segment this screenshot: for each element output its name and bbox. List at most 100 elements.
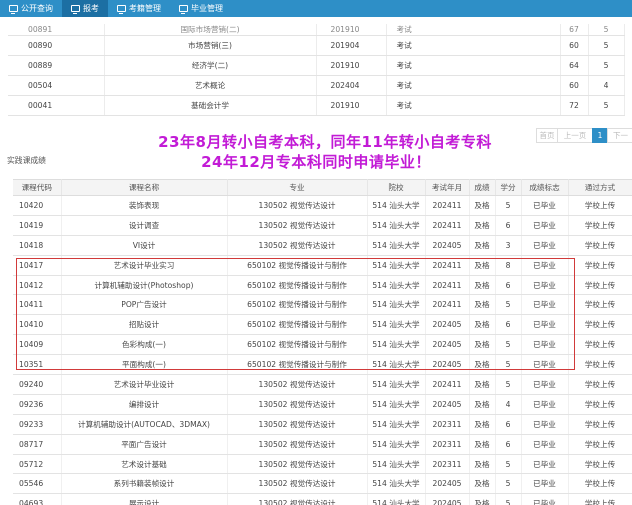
table-cell: 00891 xyxy=(8,24,105,36)
table-cell: 艺术设计毕业实习 xyxy=(61,255,228,276)
table-cell: 00041 xyxy=(8,95,105,116)
table-cell: 学校上传 xyxy=(568,294,632,316)
table-cell: 已毕业 xyxy=(521,334,569,356)
table-row: 09233 计算机辅助设计(AUTOCAD、3DMAX) 130502 视觉传达设计… xyxy=(13,414,632,435)
nav-apply-exam[interactable]: 报考 xyxy=(62,0,108,17)
table-cell: 64 xyxy=(560,55,589,76)
table-cell: 学校上传 xyxy=(568,394,632,415)
table-cell: 202311 xyxy=(425,414,470,435)
table-cell: 201904 xyxy=(316,35,387,56)
table-cell: 学校上传 xyxy=(568,354,632,376)
nav-label: 毕业管理 xyxy=(191,4,223,13)
table-cell: 08717 xyxy=(13,434,62,455)
table-cell: 学校上传 xyxy=(568,493,632,505)
table-cell: 202405 xyxy=(425,473,470,495)
table-cell: 学校上传 xyxy=(568,314,632,336)
table-cell: 及格 xyxy=(469,473,496,495)
table-cell: 3 xyxy=(495,235,522,256)
table-cell: 130502 视觉传达设计 xyxy=(227,374,368,395)
table-cell: 04693 xyxy=(13,493,62,505)
column-header: 院校 xyxy=(367,179,426,196)
table-cell: 艺术概论 xyxy=(104,75,317,96)
table-cell: 6 xyxy=(495,275,522,296)
table-cell: 202405 xyxy=(425,314,470,336)
table-cell: 学校上传 xyxy=(568,414,632,435)
monitor-icon xyxy=(9,5,18,14)
table-row: 10351 平面构成(一) 650102 视觉传播设计与制作 514 汕头大学 2024… xyxy=(13,354,632,376)
table-cell: 650102 视觉传播设计与制作 xyxy=(227,354,368,376)
table-cell: 514 汕头大学 xyxy=(367,374,426,395)
table-cell: 考试 xyxy=(386,75,561,96)
table-cell: 10410 xyxy=(13,314,62,336)
table-cell: 10412 xyxy=(13,275,62,296)
table-row: 05546 系列书籍装帧设计 130502 视觉传达设计 514 汕头大学 202405… xyxy=(13,473,632,495)
theory-course-table: 00891 国际市场营销(二) 201910 考试 67 5 00890 市场营销(三) 201… xyxy=(8,24,625,116)
table-cell: 10420 xyxy=(13,195,62,216)
table-cell: 650102 视觉传播设计与制作 xyxy=(227,275,368,296)
table-cell: 10417 xyxy=(13,255,62,276)
table-cell: 202411 xyxy=(425,215,470,236)
table-cell: 202311 xyxy=(425,434,470,455)
table-cell: 招贴设计 xyxy=(61,314,228,336)
table-cell: 202311 xyxy=(425,454,470,475)
nav-label: 考籍管理 xyxy=(129,4,161,13)
table-cell: 650102 视觉传播设计与制作 xyxy=(227,334,368,356)
table-cell: 201910 xyxy=(316,55,387,76)
table-cell: 学校上传 xyxy=(568,235,632,256)
column-header: 成绩 xyxy=(469,179,496,196)
table-cell: 已毕业 xyxy=(521,314,569,336)
table-cell: 201910 xyxy=(316,95,387,116)
table-cell: 及格 xyxy=(469,454,496,475)
table-cell: 及格 xyxy=(469,374,496,395)
table-cell: POP广告设计 xyxy=(61,294,228,316)
table-cell: 4 xyxy=(495,394,522,415)
table-cell: 514 汕头大学 xyxy=(367,394,426,415)
table-cell: 514 汕头大学 xyxy=(367,354,426,376)
table-cell: 514 汕头大学 xyxy=(367,255,426,276)
nav-public-query[interactable]: 公开查询 xyxy=(0,0,62,17)
table-cell: 平面广告设计 xyxy=(61,434,228,455)
table-cell: 及格 xyxy=(469,314,496,336)
table-cell: 设计调查 xyxy=(61,215,228,236)
table-cell: 650102 视觉传播设计与制作 xyxy=(227,255,368,276)
table-cell: 09236 xyxy=(13,394,62,415)
nav-record-management[interactable]: 考籍管理 xyxy=(108,0,170,17)
table-row: 00041 基础会计学 201910 考试 72 5 xyxy=(8,95,625,116)
table-cell: 基础会计学 xyxy=(104,95,317,116)
table-cell: 计算机辅助设计(AUTOCAD、3DMAX) xyxy=(61,414,228,435)
column-header: 课程名称 xyxy=(61,179,228,196)
table-cell: 05546 xyxy=(13,473,62,495)
annotation-line-1: 23年8月转小自考本科，同年11年转小自考专科 xyxy=(158,133,492,151)
table-row: 00891 国际市场营销(二) 201910 考试 67 5 xyxy=(8,24,625,36)
table-cell: 5 xyxy=(588,24,625,36)
table-cell: 514 汕头大学 xyxy=(367,314,426,336)
table-cell: 202411 xyxy=(425,294,470,316)
table-cell: 已毕业 xyxy=(521,215,569,236)
column-header: 成绩标志 xyxy=(521,179,569,196)
table-cell: 市场营销(三) xyxy=(104,35,317,56)
annotation-line-2: 24年12月专本科同时申请毕业！ xyxy=(201,153,431,171)
table-cell: 202404 xyxy=(316,75,387,96)
table-cell: 5 xyxy=(495,454,522,475)
table-cell: 学校上传 xyxy=(568,434,632,455)
table-cell: 考试 xyxy=(386,35,561,56)
table-cell: 514 汕头大学 xyxy=(367,195,426,216)
table-row: 10420 装饰表现 130502 视觉传达设计 514 汕头大学 202411 及格 5 已… xyxy=(13,195,632,216)
table-cell: 514 汕头大学 xyxy=(367,294,426,316)
table-cell: 514 汕头大学 xyxy=(367,454,426,475)
table-cell: 已毕业 xyxy=(521,473,569,495)
table-cell: 及格 xyxy=(469,394,496,415)
table-cell: 10351 xyxy=(13,354,62,376)
table-row: 09236 编排设计 130502 视觉传达设计 514 汕头大学 202405 及格 4 已… xyxy=(13,394,632,415)
table-cell: 4 xyxy=(588,75,625,96)
table-cell: 514 汕头大学 xyxy=(367,473,426,495)
table-cell: 130502 视觉传达设计 xyxy=(227,493,368,505)
table-cell: 5 xyxy=(495,493,522,505)
table-cell: 已毕业 xyxy=(521,275,569,296)
table-cell: 09233 xyxy=(13,414,62,435)
table-cell: 202405 xyxy=(425,235,470,256)
table-cell: 6 xyxy=(495,215,522,236)
table-cell: 考试 xyxy=(386,95,561,116)
table-cell: 艺术设计毕业设计 xyxy=(61,374,228,395)
nav-graduation-management[interactable]: 毕业管理 xyxy=(170,0,232,17)
